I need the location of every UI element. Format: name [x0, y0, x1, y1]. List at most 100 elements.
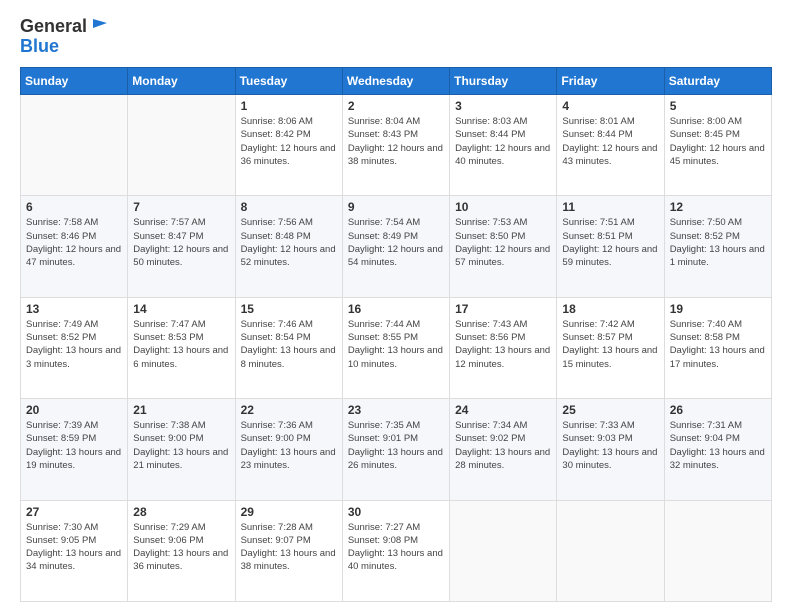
calendar-cell: 29 Sunrise: 7:28 AMSunset: 9:07 PMDayligh…: [235, 500, 342, 601]
logo-blue: Blue: [20, 37, 111, 55]
day-info: Sunrise: 7:49 AMSunset: 8:52 PMDaylight:…: [26, 318, 122, 371]
day-number: 11: [562, 200, 658, 214]
calendar-cell: 8 Sunrise: 7:56 AMSunset: 8:48 PMDaylight…: [235, 196, 342, 297]
day-number: 25: [562, 403, 658, 417]
day-info: Sunrise: 7:46 AMSunset: 8:54 PMDaylight:…: [241, 318, 337, 371]
day-number: 4: [562, 99, 658, 113]
logo-flag-icon: [89, 15, 111, 37]
weekday-header-saturday: Saturday: [664, 68, 771, 95]
calendar-cell: 6 Sunrise: 7:58 AMSunset: 8:46 PMDaylight…: [21, 196, 128, 297]
calendar-cell: 18 Sunrise: 7:42 AMSunset: 8:57 PMDayligh…: [557, 297, 664, 398]
calendar-cell: 19 Sunrise: 7:40 AMSunset: 8:58 PMDayligh…: [664, 297, 771, 398]
day-number: 15: [241, 302, 337, 316]
day-number: 16: [348, 302, 444, 316]
page-header: General Blue: [20, 16, 772, 55]
calendar-cell: 2 Sunrise: 8:04 AMSunset: 8:43 PMDaylight…: [342, 95, 449, 196]
calendar-table: SundayMondayTuesdayWednesdayThursdayFrid…: [20, 67, 772, 602]
calendar-cell: [450, 500, 557, 601]
day-info: Sunrise: 8:03 AMSunset: 8:44 PMDaylight:…: [455, 115, 551, 168]
day-number: 1: [241, 99, 337, 113]
calendar-cell: 21 Sunrise: 7:38 AMSunset: 9:00 PMDayligh…: [128, 399, 235, 500]
day-info: Sunrise: 7:28 AMSunset: 9:07 PMDaylight:…: [241, 521, 337, 574]
calendar-cell: 22 Sunrise: 7:36 AMSunset: 9:00 PMDayligh…: [235, 399, 342, 500]
day-number: 20: [26, 403, 122, 417]
day-info: Sunrise: 7:53 AMSunset: 8:50 PMDaylight:…: [455, 216, 551, 269]
day-number: 12: [670, 200, 766, 214]
calendar-cell: 16 Sunrise: 7:44 AMSunset: 8:55 PMDayligh…: [342, 297, 449, 398]
calendar-cell: 5Sunrise: 8:00 AMSunset: 8:45 PMDaylight…: [664, 95, 771, 196]
calendar-cell: 11 Sunrise: 7:51 AMSunset: 8:51 PMDayligh…: [557, 196, 664, 297]
day-info: Sunrise: 7:39 AMSunset: 8:59 PMDaylight:…: [26, 419, 122, 472]
logo: General Blue: [20, 16, 111, 55]
day-number: 9: [348, 200, 444, 214]
weekday-header-friday: Friday: [557, 68, 664, 95]
day-number: 30: [348, 505, 444, 519]
day-info: Sunrise: 7:58 AMSunset: 8:46 PMDaylight:…: [26, 216, 122, 269]
day-number: 18: [562, 302, 658, 316]
day-info: Sunrise: 7:51 AMSunset: 8:51 PMDaylight:…: [562, 216, 658, 269]
day-info: Sunrise: 7:44 AMSunset: 8:55 PMDaylight:…: [348, 318, 444, 371]
calendar-cell: 23 Sunrise: 7:35 AMSunset: 9:01 PMDayligh…: [342, 399, 449, 500]
day-number: 22: [241, 403, 337, 417]
day-number: 28: [133, 505, 229, 519]
calendar-cell: [557, 500, 664, 601]
weekday-header-thursday: Thursday: [450, 68, 557, 95]
calendar-cell: 17Sunrise: 7:43 AMSunset: 8:56 PMDayligh…: [450, 297, 557, 398]
day-info: Sunrise: 8:04 AMSunset: 8:43 PMDaylight:…: [348, 115, 444, 168]
day-number: 13: [26, 302, 122, 316]
day-info: Sunrise: 7:40 AMSunset: 8:58 PMDaylight:…: [670, 318, 766, 371]
day-info: Sunrise: 7:50 AMSunset: 8:52 PMDaylight:…: [670, 216, 766, 269]
day-number: 8: [241, 200, 337, 214]
day-number: 26: [670, 403, 766, 417]
weekday-header-sunday: Sunday: [21, 68, 128, 95]
day-number: 6: [26, 200, 122, 214]
weekday-header-wednesday: Wednesday: [342, 68, 449, 95]
day-info: Sunrise: 7:47 AMSunset: 8:53 PMDaylight:…: [133, 318, 229, 371]
day-info: Sunrise: 7:38 AMSunset: 9:00 PMDaylight:…: [133, 419, 229, 472]
calendar-cell: 9 Sunrise: 7:54 AMSunset: 8:49 PMDaylight…: [342, 196, 449, 297]
calendar-cell: 24 Sunrise: 7:34 AMSunset: 9:02 PMDayligh…: [450, 399, 557, 500]
day-info: Sunrise: 7:54 AMSunset: 8:49 PMDaylight:…: [348, 216, 444, 269]
day-info: Sunrise: 7:31 AMSunset: 9:04 PMDaylight:…: [670, 419, 766, 472]
calendar-cell: 7Sunrise: 7:57 AMSunset: 8:47 PMDaylight…: [128, 196, 235, 297]
calendar-cell: 14 Sunrise: 7:47 AMSunset: 8:53 PMDayligh…: [128, 297, 235, 398]
day-info: Sunrise: 8:06 AMSunset: 8:42 PMDaylight:…: [241, 115, 337, 168]
calendar-cell: 26 Sunrise: 7:31 AMSunset: 9:04 PMDayligh…: [664, 399, 771, 500]
day-info: Sunrise: 7:29 AMSunset: 9:06 PMDaylight:…: [133, 521, 229, 574]
day-number: 29: [241, 505, 337, 519]
calendar-cell: 15 Sunrise: 7:46 AMSunset: 8:54 PMDayligh…: [235, 297, 342, 398]
day-number: 23: [348, 403, 444, 417]
day-number: 2: [348, 99, 444, 113]
day-info: Sunrise: 7:27 AMSunset: 9:08 PMDaylight:…: [348, 521, 444, 574]
calendar-cell: 20 Sunrise: 7:39 AMSunset: 8:59 PMDayligh…: [21, 399, 128, 500]
day-number: 21: [133, 403, 229, 417]
day-info: Sunrise: 7:30 AMSunset: 9:05 PMDaylight:…: [26, 521, 122, 574]
day-info: Sunrise: 8:00 AMSunset: 8:45 PMDaylight:…: [670, 115, 766, 168]
day-info: Sunrise: 7:35 AMSunset: 9:01 PMDaylight:…: [348, 419, 444, 472]
day-info: Sunrise: 7:42 AMSunset: 8:57 PMDaylight:…: [562, 318, 658, 371]
calendar-cell: 30 Sunrise: 7:27 AMSunset: 9:08 PMDayligh…: [342, 500, 449, 601]
weekday-header-monday: Monday: [128, 68, 235, 95]
calendar-cell: 13 Sunrise: 7:49 AMSunset: 8:52 PMDayligh…: [21, 297, 128, 398]
calendar-cell: 25 Sunrise: 7:33 AMSunset: 9:03 PMDayligh…: [557, 399, 664, 500]
day-number: 14: [133, 302, 229, 316]
day-number: 24: [455, 403, 551, 417]
calendar-cell: 3 Sunrise: 8:03 AMSunset: 8:44 PMDaylight…: [450, 95, 557, 196]
day-info: Sunrise: 7:36 AMSunset: 9:00 PMDaylight:…: [241, 419, 337, 472]
day-info: Sunrise: 7:43 AMSunset: 8:56 PMDaylight:…: [455, 318, 551, 371]
calendar-cell: 12 Sunrise: 7:50 AMSunset: 8:52 PMDayligh…: [664, 196, 771, 297]
calendar-cell: 1 Sunrise: 8:06 AMSunset: 8:42 PMDaylight…: [235, 95, 342, 196]
calendar-cell: [664, 500, 771, 601]
calendar-cell: 28 Sunrise: 7:29 AMSunset: 9:06 PMDayligh…: [128, 500, 235, 601]
day-info: Sunrise: 8:01 AMSunset: 8:44 PMDaylight:…: [562, 115, 658, 168]
day-info: Sunrise: 7:56 AMSunset: 8:48 PMDaylight:…: [241, 216, 337, 269]
day-number: 19: [670, 302, 766, 316]
calendar-cell: 4 Sunrise: 8:01 AMSunset: 8:44 PMDaylight…: [557, 95, 664, 196]
logo-general: General: [20, 16, 87, 37]
calendar-cell: 27Sunrise: 7:30 AMSunset: 9:05 PMDayligh…: [21, 500, 128, 601]
day-info: Sunrise: 7:34 AMSunset: 9:02 PMDaylight:…: [455, 419, 551, 472]
calendar-cell: [21, 95, 128, 196]
day-number: 3: [455, 99, 551, 113]
calendar-cell: 10Sunrise: 7:53 AMSunset: 8:50 PMDayligh…: [450, 196, 557, 297]
day-info: Sunrise: 7:33 AMSunset: 9:03 PMDaylight:…: [562, 419, 658, 472]
